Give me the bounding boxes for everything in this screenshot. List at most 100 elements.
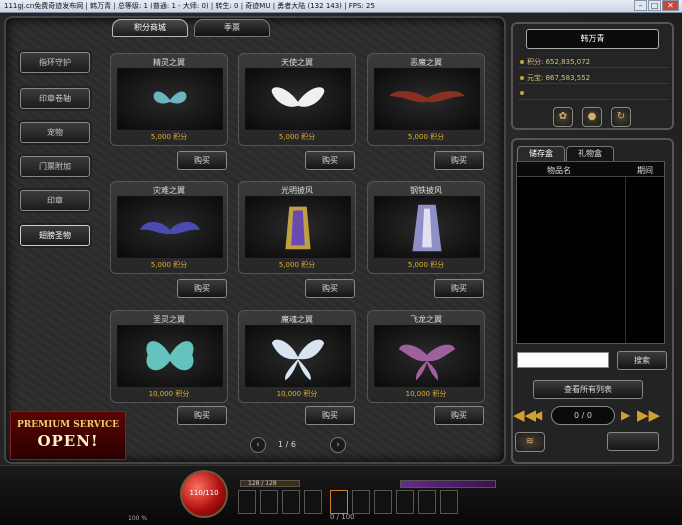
item-price: 5,000 积分 bbox=[150, 261, 188, 269]
coins-icon[interactable]: ● bbox=[582, 107, 602, 127]
item-image bbox=[117, 196, 223, 258]
menu-ticket-addon[interactable]: 门票附加 bbox=[20, 156, 90, 177]
xp-value: 128 / 128 bbox=[248, 480, 277, 487]
cape-icon bbox=[412, 204, 442, 252]
item-name: 天使之翼 bbox=[281, 58, 313, 67]
skill-slot[interactable] bbox=[238, 490, 256, 514]
buy-button[interactable]: 购买 bbox=[177, 279, 227, 298]
gift-icon[interactable]: ✿ bbox=[553, 107, 573, 127]
wings-icon[interactable]: ≋ bbox=[515, 432, 545, 452]
tab-points-shop[interactable]: 积分商城 bbox=[112, 19, 188, 37]
premium-banner-line1: PREMIUM SERVICE bbox=[17, 420, 119, 430]
search-input[interactable] bbox=[517, 352, 609, 368]
view-all-button[interactable]: 查看所有列表 bbox=[533, 380, 643, 399]
menu-pets[interactable]: 宠物 bbox=[20, 122, 90, 143]
item-image bbox=[374, 325, 480, 387]
shop-item-card: 钢铁披风 5,000 积分 bbox=[367, 181, 485, 274]
prev-page-icon[interactable]: ◀ bbox=[533, 408, 542, 423]
next-page-icon[interactable]: ▶ bbox=[621, 408, 630, 423]
minimize-button[interactable]: – bbox=[634, 0, 647, 11]
item-price: 5,000 积分 bbox=[150, 133, 188, 141]
buy-button[interactable]: 购买 bbox=[177, 151, 227, 170]
bag-capacity: 0 / 100 bbox=[330, 513, 355, 521]
hp-orb: 110/110 bbox=[180, 470, 228, 518]
page-indicator: 1 / 6 bbox=[278, 440, 296, 449]
shop-item-card: 天使之翼 5,000 积分 bbox=[238, 53, 356, 146]
buy-button[interactable]: 购买 bbox=[305, 279, 355, 298]
skill-slot-selected[interactable] bbox=[330, 490, 348, 514]
wing-icon bbox=[398, 344, 456, 381]
tab-season-pass[interactable]: 季票 bbox=[194, 19, 270, 37]
item-image bbox=[245, 196, 351, 258]
item-name: 钢铁披风 bbox=[410, 186, 442, 195]
item-image bbox=[374, 196, 480, 258]
shop-item-card: 圣灵之翼 10,000 积分 bbox=[110, 310, 228, 403]
item-image bbox=[117, 325, 223, 387]
skill-slot[interactable] bbox=[260, 490, 278, 514]
refresh-icon[interactable]: ↻ bbox=[611, 107, 631, 127]
buy-button[interactable]: 购买 bbox=[434, 279, 484, 298]
search-button[interactable]: 搜索 bbox=[617, 351, 667, 370]
item-price: 5,000 积分 bbox=[407, 261, 445, 269]
column-divider bbox=[625, 177, 626, 343]
shop-item-card: 飞龙之翼 10,000 积分 bbox=[367, 310, 485, 403]
item-name: 精灵之翼 bbox=[153, 58, 185, 67]
item-price: 10,000 积分 bbox=[276, 390, 318, 398]
empty-action-button[interactable] bbox=[607, 432, 659, 451]
buy-button[interactable]: 购买 bbox=[434, 406, 484, 425]
item-name: 恶魔之翼 bbox=[410, 58, 442, 67]
buy-button[interactable]: 购买 bbox=[177, 406, 227, 425]
player-name: 韩万青 bbox=[526, 29, 659, 49]
shop-item-card: 精灵之翼 5,000 积分 bbox=[110, 53, 228, 146]
item-price: 10,000 积分 bbox=[405, 390, 447, 398]
col-period: 期间 bbox=[637, 166, 653, 175]
points-stat: 积分: 652,835,072 bbox=[520, 57, 590, 67]
shop-item-card: 恶魔之翼 5,000 积分 bbox=[367, 53, 485, 146]
skill-slot[interactable] bbox=[304, 490, 322, 514]
menu-seal-scroll[interactable]: 印章卷轴 bbox=[20, 88, 90, 109]
buy-button[interactable]: 购买 bbox=[305, 151, 355, 170]
shop-item-card: 魔魂之翼 10,000 积分 bbox=[238, 310, 356, 403]
tab-gift-box[interactable]: 礼物盒 bbox=[566, 146, 614, 161]
premium-service-banner[interactable]: PREMIUM SERVICE OPEN! bbox=[10, 411, 126, 460]
buy-button[interactable]: 购买 bbox=[434, 151, 484, 170]
skill-slot[interactable] bbox=[374, 490, 392, 514]
points-value: 积分: 652,835,072 bbox=[527, 58, 591, 66]
wing-icon bbox=[146, 341, 194, 371]
mana-bar bbox=[400, 480, 496, 488]
skill-slot[interactable] bbox=[352, 490, 370, 514]
item-image bbox=[117, 68, 223, 130]
item-image bbox=[245, 325, 351, 387]
next-page-button[interactable]: › bbox=[330, 437, 346, 453]
item-name: 光明披风 bbox=[281, 186, 313, 195]
item-image bbox=[374, 68, 480, 130]
skill-slot[interactable] bbox=[396, 490, 414, 514]
wing-icon bbox=[140, 221, 200, 235]
item-price: 5,000 积分 bbox=[278, 261, 316, 269]
menu-ring-guard[interactable]: 指环守护 bbox=[20, 52, 90, 73]
skill-slot[interactable] bbox=[418, 490, 436, 514]
wing-icon bbox=[271, 339, 325, 381]
buy-button[interactable]: 购买 bbox=[305, 406, 355, 425]
empty-stat bbox=[520, 89, 527, 97]
skill-slot[interactable] bbox=[440, 490, 458, 514]
skill-slot[interactable] bbox=[282, 490, 300, 514]
item-name: 飞龙之翼 bbox=[410, 315, 442, 324]
coin-icon bbox=[520, 60, 524, 64]
hud-percent: 100 % bbox=[128, 515, 148, 522]
prev-page-button[interactable]: ‹ bbox=[250, 437, 266, 453]
yuanbao-stat: 元宝: 867,583,552 bbox=[520, 73, 590, 83]
menu-seal[interactable]: 印章 bbox=[20, 190, 90, 211]
maximize-button[interactable]: □ bbox=[648, 0, 661, 11]
last-page-icon[interactable]: ▶▶ bbox=[637, 408, 660, 423]
col-item-name: 物品名 bbox=[547, 166, 571, 175]
coin-icon bbox=[520, 76, 524, 80]
item-name: 灾难之翼 bbox=[153, 186, 185, 195]
cape-icon bbox=[285, 206, 311, 250]
shop-item-card: 光明披风 5,000 积分 bbox=[238, 181, 356, 274]
close-button[interactable]: ✕ bbox=[662, 0, 679, 11]
menu-wings-relics[interactable]: 翅膀圣物 bbox=[20, 225, 90, 246]
item-price: 5,000 积分 bbox=[278, 133, 316, 141]
window-titlebar: 111gj.cn免费奇迹发布网 | 韩万青 | 总等级: 1 (普通: 1 - … bbox=[0, 0, 682, 13]
tab-storage-box[interactable]: 储存盒 bbox=[517, 146, 565, 161]
